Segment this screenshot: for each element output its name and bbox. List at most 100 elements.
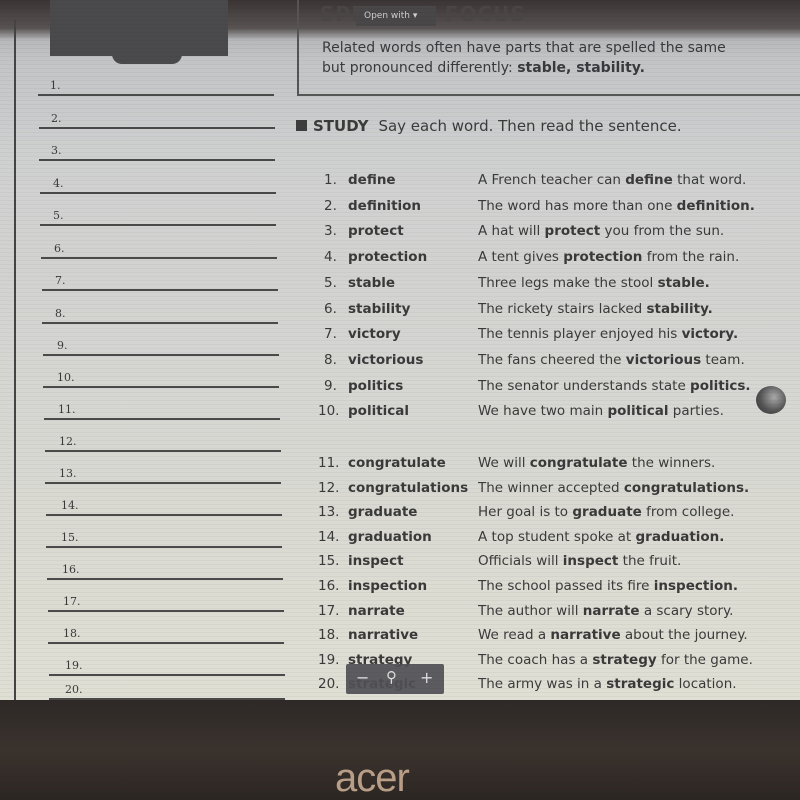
focus-line-1: Related words often have parts that are …: [322, 40, 726, 56]
answer-line[interactable]: 18.: [48, 627, 284, 644]
spelling-word: stable: [348, 275, 396, 291]
sentence-end: that word.: [672, 172, 747, 188]
sentence-keyword: political: [607, 403, 669, 419]
zoom-in-button[interactable]: +: [420, 668, 433, 687]
answer-line[interactable]: 17.: [48, 595, 284, 612]
example-sentence: The coach has a strategy for the game.: [478, 652, 753, 668]
answer-line[interactable]: 7.: [42, 274, 278, 291]
word-number: 6.: [324, 301, 337, 317]
magnifier-icon[interactable]: ⚲: [386, 668, 397, 686]
spelling-word: politics: [348, 378, 404, 394]
sentence-keyword: protect: [544, 223, 601, 239]
answer-line[interactable]: 10.: [43, 371, 279, 388]
answer-line[interactable]: 16.: [47, 563, 283, 580]
sentence-keyword: define: [625, 172, 673, 188]
example-sentence: We will congratulate the winners.: [478, 455, 715, 471]
example-sentence: A tent gives protection from the rain.: [478, 249, 739, 265]
brand-logo: acer: [335, 756, 410, 800]
example-sentence: The author will narrate a scary story.: [478, 603, 733, 619]
answer-line-number: 11.: [58, 403, 76, 416]
sentence-keyword: strategic: [606, 676, 675, 692]
word-row: 2. definition The word has more than one d…: [300, 198, 800, 222]
word-number: 7.: [324, 326, 337, 342]
example-sentence: A French teacher can define that word.: [478, 172, 746, 188]
sentence-end: parties.: [668, 403, 724, 419]
answer-line[interactable]: 5.: [40, 209, 276, 226]
word-number: 1.: [324, 172, 337, 188]
sentence-end: the fruit.: [618, 553, 682, 569]
example-sentence: Three legs make the stool stable.: [478, 275, 710, 291]
word-number: 10.: [318, 403, 340, 419]
spelling-word: narrate: [348, 603, 405, 619]
zoom-controls: − ⚲ +: [346, 664, 444, 694]
answer-line[interactable]: 6.: [41, 242, 277, 259]
sentence-end: for the game.: [656, 652, 753, 668]
example-sentence: Her goal is to graduate from college.: [478, 504, 734, 520]
answer-line[interactable]: 15.: [46, 531, 282, 548]
sentence-start: A hat will: [478, 223, 545, 239]
sentence-keyword: narrate: [582, 603, 640, 619]
answer-line-number: 13.: [59, 467, 77, 480]
answer-line-number: 8.: [55, 307, 66, 320]
sentence-keyword: inspect: [562, 553, 619, 569]
sentence-end: a scary story.: [639, 603, 734, 619]
sentence-start: The author will: [478, 603, 583, 619]
word-row: 14. graduation A top student spoke at grad…: [300, 529, 800, 553]
word-row: 4. protection A tent gives protection from…: [300, 249, 800, 273]
answer-line[interactable]: 19.: [49, 659, 285, 676]
page-border: [14, 20, 16, 700]
answer-line-number: 17.: [63, 595, 81, 608]
study-label: STUDY: [313, 117, 369, 135]
answer-line-number: 20.: [65, 683, 83, 696]
answer-line[interactable]: 3.: [39, 144, 275, 161]
zoom-out-button[interactable]: −: [356, 668, 369, 687]
sentence-start: The word has more than one: [478, 198, 677, 214]
word-row: 3. protect A hat will protect you from the…: [300, 223, 800, 247]
spelling-word: congratulate: [348, 455, 446, 471]
word-row: 7. victory The tennis player enjoyed his v…: [300, 326, 800, 350]
unit-emblem-tab: [112, 40, 182, 64]
sentence-start: The tennis player enjoyed his: [478, 326, 682, 342]
focus-examples: stable, stability.: [517, 60, 645, 76]
word-number: 14.: [318, 529, 340, 545]
sentence-keyword: strategy: [592, 652, 657, 668]
example-sentence: The tennis player enjoyed his victory.: [478, 326, 738, 342]
document-viewer: 1. 2. 3. 4. 5. 6. 7. 8. 9. 10. 11. 12. 13. 14. 15. 16. 1…: [0, 0, 800, 700]
answer-line[interactable]: 9.: [43, 339, 279, 356]
spelling-word: victorious: [348, 352, 424, 368]
answer-line[interactable]: 8.: [42, 307, 278, 324]
word-row: 9. politics The senator understands state …: [300, 378, 800, 402]
word-row: 18. narrative We read a narrative about th…: [300, 627, 800, 651]
word-number: 8.: [324, 352, 337, 368]
spelling-word: narrative: [348, 627, 419, 643]
answer-line[interactable]: 11.: [44, 403, 280, 420]
answer-line[interactable]: 14.: [46, 499, 282, 516]
answer-line[interactable]: 1.: [38, 79, 274, 96]
answer-line-number: 5.: [53, 209, 64, 222]
sentence-end: from the rain.: [642, 249, 740, 265]
sentence-keyword: stability.: [646, 301, 713, 317]
spelling-word: graduate: [348, 504, 418, 520]
sentence-start: The rickety stairs lacked: [478, 301, 647, 317]
answer-line-number: 19.: [65, 659, 83, 672]
word-number: 11.: [318, 455, 340, 471]
spelling-word: congratulations: [348, 480, 469, 496]
spelling-word: inspection: [348, 578, 428, 594]
answer-line[interactable]: 12.: [45, 435, 281, 452]
answer-line[interactable]: 13.: [45, 467, 281, 484]
answer-line[interactable]: 4.: [40, 177, 276, 194]
sentence-keyword: narrative: [550, 627, 621, 643]
sentence-keyword: congratulations.: [623, 480, 750, 496]
example-sentence: A top student spoke at graduation.: [478, 529, 724, 545]
answer-line-number: 16.: [62, 563, 80, 576]
open-with-button[interactable]: Open with ▾: [356, 6, 436, 26]
example-sentence: A hat will protect you from the sun.: [478, 223, 724, 239]
example-sentence: Officials will inspect the fruit.: [478, 553, 681, 569]
square-bullet-icon: [296, 120, 307, 131]
sentence-start: Officials will: [478, 553, 563, 569]
sentence-keyword: victorious: [625, 352, 702, 368]
answer-line-number: 12.: [59, 435, 77, 448]
answer-line[interactable]: 2.: [39, 112, 275, 129]
sentence-keyword: politics.: [690, 378, 751, 394]
example-sentence: We read a narrative about the journey.: [478, 627, 748, 643]
